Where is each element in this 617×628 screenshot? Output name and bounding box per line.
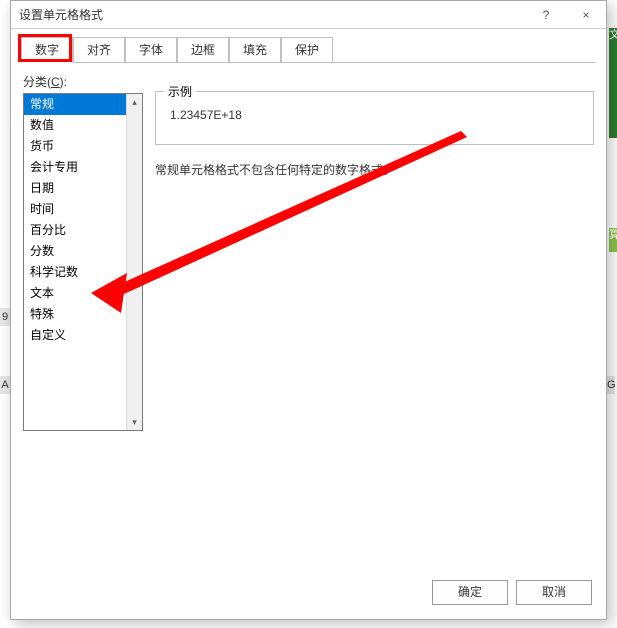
titlebar: 设置单元格格式 ? × — [11, 1, 606, 29]
tab-content: 分类(C): 常规 数值 货币 会计专用 日期 时间 百分比 分数 科学记数 文… — [23, 73, 594, 573]
listbox-scrollbar[interactable]: ▴ ▾ — [126, 94, 142, 430]
cancel-button[interactable]: 取消 — [516, 580, 592, 605]
format-description: 常规单元格格式不包含任何特定的数字格式。 — [155, 161, 594, 178]
category-listbox[interactable]: 常规 数值 货币 会计专用 日期 时间 百分比 分数 科学记数 文本 特殊 自定… — [23, 93, 143, 431]
category-item-percentage[interactable]: 百分比 — [24, 220, 142, 241]
ribbon-strip: 文 — [609, 28, 617, 138]
close-button[interactable]: × — [566, 1, 606, 29]
category-item-time[interactable]: 时间 — [24, 199, 142, 220]
category-item-special[interactable]: 特殊 — [24, 304, 142, 325]
tab-protect[interactable]: 保护 — [281, 37, 333, 63]
tab-alignment[interactable]: 对齐 — [73, 37, 125, 63]
tab-strip: 数字 对齐 字体 边框 填充 保护 — [21, 37, 596, 67]
format-cells-dialog: 设置单元格格式 ? × 数字 对齐 字体 边框 填充 保护 分类(C): 常规 … — [10, 0, 607, 620]
category-item-text[interactable]: 文本 — [24, 283, 142, 304]
category-label: 分类(C): — [23, 73, 594, 90]
category-item-custom[interactable]: 自定义 — [24, 325, 142, 346]
tab-number[interactable]: 数字 — [21, 37, 73, 63]
tab-font[interactable]: 字体 — [125, 37, 177, 63]
category-item-date[interactable]: 日期 — [24, 178, 142, 199]
category-item-general[interactable]: 常规 — [24, 94, 142, 115]
dialog-buttons: 确定 取消 — [432, 580, 592, 605]
category-item-currency[interactable]: 货币 — [24, 136, 142, 157]
help-button[interactable]: ? — [526, 1, 566, 29]
tab-fill[interactable]: 填充 — [229, 37, 281, 63]
tab-border[interactable]: 边框 — [177, 37, 229, 63]
column-header-g: G — [607, 376, 615, 394]
ok-button[interactable]: 确定 — [432, 580, 508, 605]
ribbon-strip-light: 算 — [609, 228, 617, 252]
right-pane: 示例 1.23457E+18 常规单元格格式不包含任何特定的数字格式。 — [155, 91, 594, 178]
column-header-a: A — [0, 376, 10, 394]
preview-group: 示例 1.23457E+18 — [155, 91, 594, 145]
preview-value: 1.23457E+18 — [166, 108, 583, 122]
category-item-accounting[interactable]: 会计专用 — [24, 157, 142, 178]
scroll-down-icon[interactable]: ▾ — [127, 414, 142, 430]
scroll-up-icon[interactable]: ▴ — [127, 94, 142, 110]
preview-legend: 示例 — [164, 83, 196, 100]
dialog-title: 设置单元格格式 — [19, 6, 526, 23]
category-item-fraction[interactable]: 分数 — [24, 241, 142, 262]
category-item-scientific[interactable]: 科学记数 — [24, 262, 142, 283]
category-item-number[interactable]: 数值 — [24, 115, 142, 136]
row-header: 9 — [0, 308, 10, 326]
